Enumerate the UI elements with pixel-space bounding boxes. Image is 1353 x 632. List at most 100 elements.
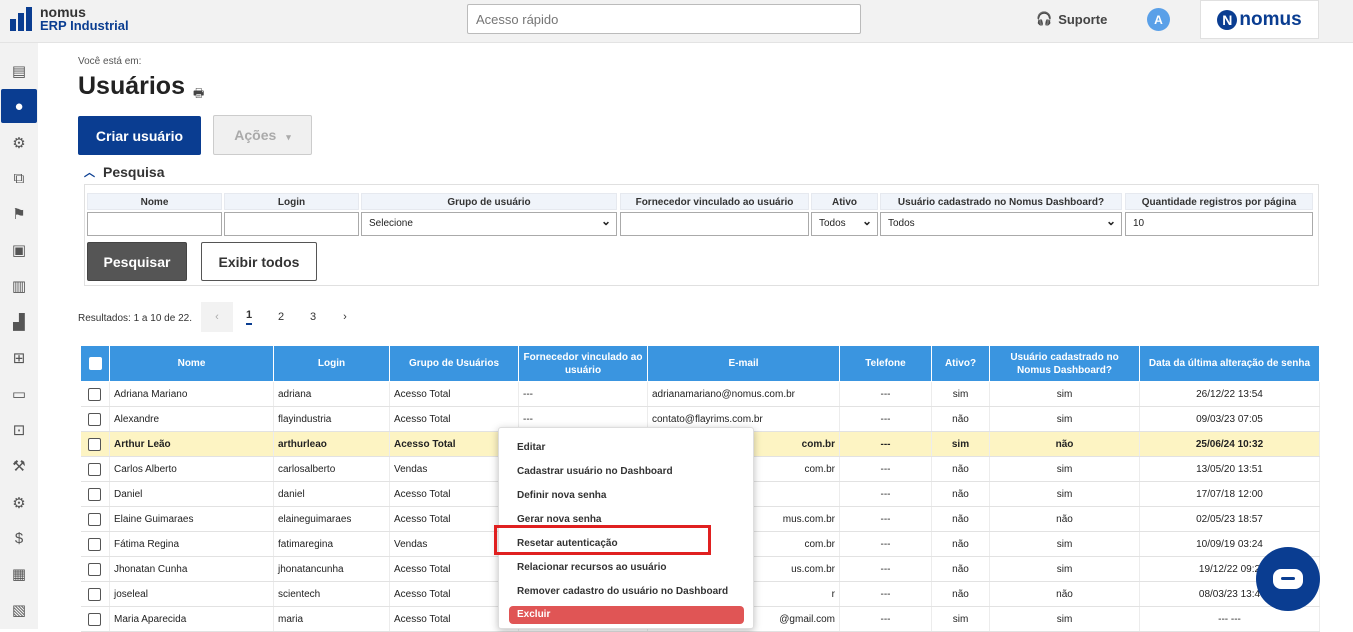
- cell-nome: Fátima Regina: [109, 531, 274, 557]
- prev-page-button[interactable]: ‹: [201, 302, 233, 332]
- cell-ativo: não: [931, 456, 990, 482]
- search-toggle[interactable]: ︿ Pesquisa: [84, 164, 164, 180]
- cell-data-senha: 25/06/24 10:32: [1139, 431, 1320, 457]
- cell-login: carlosalberto: [273, 456, 390, 482]
- cell-data-senha: 02/05/23 18:57: [1139, 506, 1320, 532]
- cell-nome: Arthur Leão: [109, 431, 274, 457]
- cell-nome: Jhonatan Cunha: [109, 556, 274, 582]
- sidebar-item-hierarchy[interactable]: ⧉: [1, 161, 37, 195]
- column-header-data-senha[interactable]: Data da última alteração de senha: [1139, 345, 1320, 382]
- dashboard-select[interactable]: Todos: [880, 210, 1122, 236]
- sidebar-item-robot[interactable]: ⚒: [1, 449, 37, 483]
- sidebar-item-settings[interactable]: ⚙: [1, 126, 37, 160]
- row-checkbox[interactable]: [80, 606, 110, 632]
- page-2-button[interactable]: 2: [265, 302, 297, 332]
- ativo-select[interactable]: Todos: [811, 210, 878, 236]
- column-header-nome[interactable]: Nome: [109, 345, 274, 382]
- menu-item-generate-password[interactable]: Gerar nova senha: [517, 514, 601, 525]
- column-header-email[interactable]: E-mail: [647, 345, 840, 382]
- row-checkbox[interactable]: [80, 456, 110, 482]
- cell-telefone: ---: [839, 581, 932, 607]
- page-1-label: 1: [245, 309, 253, 325]
- sidebar-item-briefcase[interactable]: ▣: [1, 233, 37, 267]
- select-all-checkbox[interactable]: [80, 345, 110, 382]
- page-1-button[interactable]: 1: [233, 302, 265, 332]
- avatar[interactable]: A: [1147, 8, 1170, 31]
- quick-access-input[interactable]: [467, 4, 861, 34]
- menu-item-edit[interactable]: Editar: [517, 442, 545, 453]
- cell-dashboard: sim: [989, 456, 1140, 482]
- column-header-telefone[interactable]: Telefone: [839, 345, 932, 382]
- sidebar-item-truck[interactable]: ⊞: [1, 341, 37, 375]
- row-checkbox[interactable]: [80, 556, 110, 582]
- row-checkbox[interactable]: [80, 531, 110, 557]
- cell-telefone: ---: [839, 506, 932, 532]
- show-all-button[interactable]: Exibir todos: [201, 242, 317, 281]
- grupo-select[interactable]: Selecione: [361, 210, 617, 236]
- row-checkbox[interactable]: [80, 481, 110, 507]
- cell-data-senha: 09/03/23 07:05: [1139, 406, 1320, 432]
- menu-item-register-dashboard[interactable]: Cadastrar usuário no Dashboard: [517, 466, 673, 477]
- sidebar-item-invoice[interactable]: ▧: [1, 593, 37, 627]
- menu-item-set-password[interactable]: Definir nova senha: [517, 490, 606, 501]
- column-header-ativo[interactable]: Ativo?: [931, 345, 990, 382]
- factory-icon: ▟: [13, 314, 25, 331]
- row-checkbox[interactable]: [80, 581, 110, 607]
- sidebar-item-cart[interactable]: ⊡: [1, 413, 37, 447]
- sidebar-item-archive[interactable]: ▭: [1, 377, 37, 411]
- sidebar-item-book[interactable]: ▤: [1, 54, 37, 88]
- cell-login: flayindustria: [273, 406, 390, 432]
- gear-icon: ⚙: [12, 135, 26, 152]
- page-3-button[interactable]: 3: [297, 302, 329, 332]
- menu-item-delete[interactable]: Excluir: [509, 606, 744, 624]
- receipt-icon: ▥: [11, 278, 27, 295]
- support-link[interactable]: 🎧 Suporte: [1036, 11, 1107, 27]
- create-user-button[interactable]: Criar usuário: [78, 116, 201, 155]
- row-checkbox[interactable]: [80, 381, 110, 407]
- actions-label: Ações: [234, 127, 277, 143]
- headset-icon: 🎧: [1036, 11, 1053, 26]
- cell-dashboard: não: [989, 431, 1140, 457]
- column-header-dashboard[interactable]: Usuário cadastrado no Nomus Dashboard?: [989, 345, 1140, 382]
- book-icon: ▤: [11, 63, 27, 80]
- table-row[interactable]: Adriana Mariano adriana Acesso Total ---…: [80, 381, 1320, 407]
- print-icon[interactable]: 🖶: [193, 84, 204, 105]
- nomus-erp-logo[interactable]: nomus ERP Industrial: [8, 5, 129, 33]
- row-checkbox[interactable]: [80, 406, 110, 432]
- sidebar-item-calculator[interactable]: ▦: [1, 557, 37, 591]
- fornecedor-field[interactable]: [620, 212, 809, 236]
- cell-ativo: não: [931, 531, 990, 557]
- sidebar-item-factory[interactable]: ▟: [1, 305, 37, 339]
- menu-item-remove-dashboard[interactable]: Remover cadastro do usuário no Dashboard: [517, 586, 728, 597]
- nome-field[interactable]: [87, 212, 222, 236]
- filter-label-nome: Nome: [87, 193, 222, 210]
- sidebar-item-users[interactable]: ●: [1, 89, 37, 123]
- results-count: Resultados: 1 a 10 de 22.: [78, 313, 192, 324]
- login-field[interactable]: [224, 212, 359, 236]
- next-page-button[interactable]: ›: [329, 302, 361, 332]
- chat-button[interactable]: [1256, 547, 1320, 611]
- truck-icon: ⊞: [12, 350, 26, 367]
- menu-item-link-resources[interactable]: Relacionar recursos ao usuário: [517, 562, 667, 573]
- column-header-login[interactable]: Login: [273, 345, 390, 382]
- caret-down-icon: ▾: [286, 132, 291, 142]
- cell-ativo: não: [931, 556, 990, 582]
- cell-telefone: ---: [839, 481, 932, 507]
- sidebar-item-receipt[interactable]: ▥: [1, 269, 37, 303]
- cell-telefone: ---: [839, 406, 932, 432]
- cell-data-senha: 13/05/20 13:51: [1139, 456, 1320, 482]
- top-bar: nomus ERP Industrial 🎧 Suporte A N nomus: [0, 0, 1353, 43]
- ativo-select-value: Todos: [819, 218, 846, 229]
- cell-nome: joseleal: [109, 581, 274, 607]
- sidebar-item-finance[interactable]: $: [1, 521, 37, 555]
- actions-button[interactable]: Ações ▾: [213, 115, 312, 155]
- column-header-fornecedor[interactable]: Fornecedor vinculado ao usuário: [518, 345, 648, 382]
- sidebar-item-bookmark[interactable]: ⚑: [1, 197, 37, 231]
- column-header-grupo[interactable]: Grupo de Usuários: [389, 345, 519, 382]
- quantidade-field[interactable]: 10: [1125, 212, 1313, 236]
- search-button[interactable]: Pesquisar: [87, 242, 187, 281]
- row-checkbox[interactable]: [80, 431, 110, 457]
- row-checkbox[interactable]: [80, 506, 110, 532]
- sidebar-item-gears[interactable]: ⚙: [1, 486, 37, 520]
- nomus-brand-text: nomus: [1239, 8, 1302, 30]
